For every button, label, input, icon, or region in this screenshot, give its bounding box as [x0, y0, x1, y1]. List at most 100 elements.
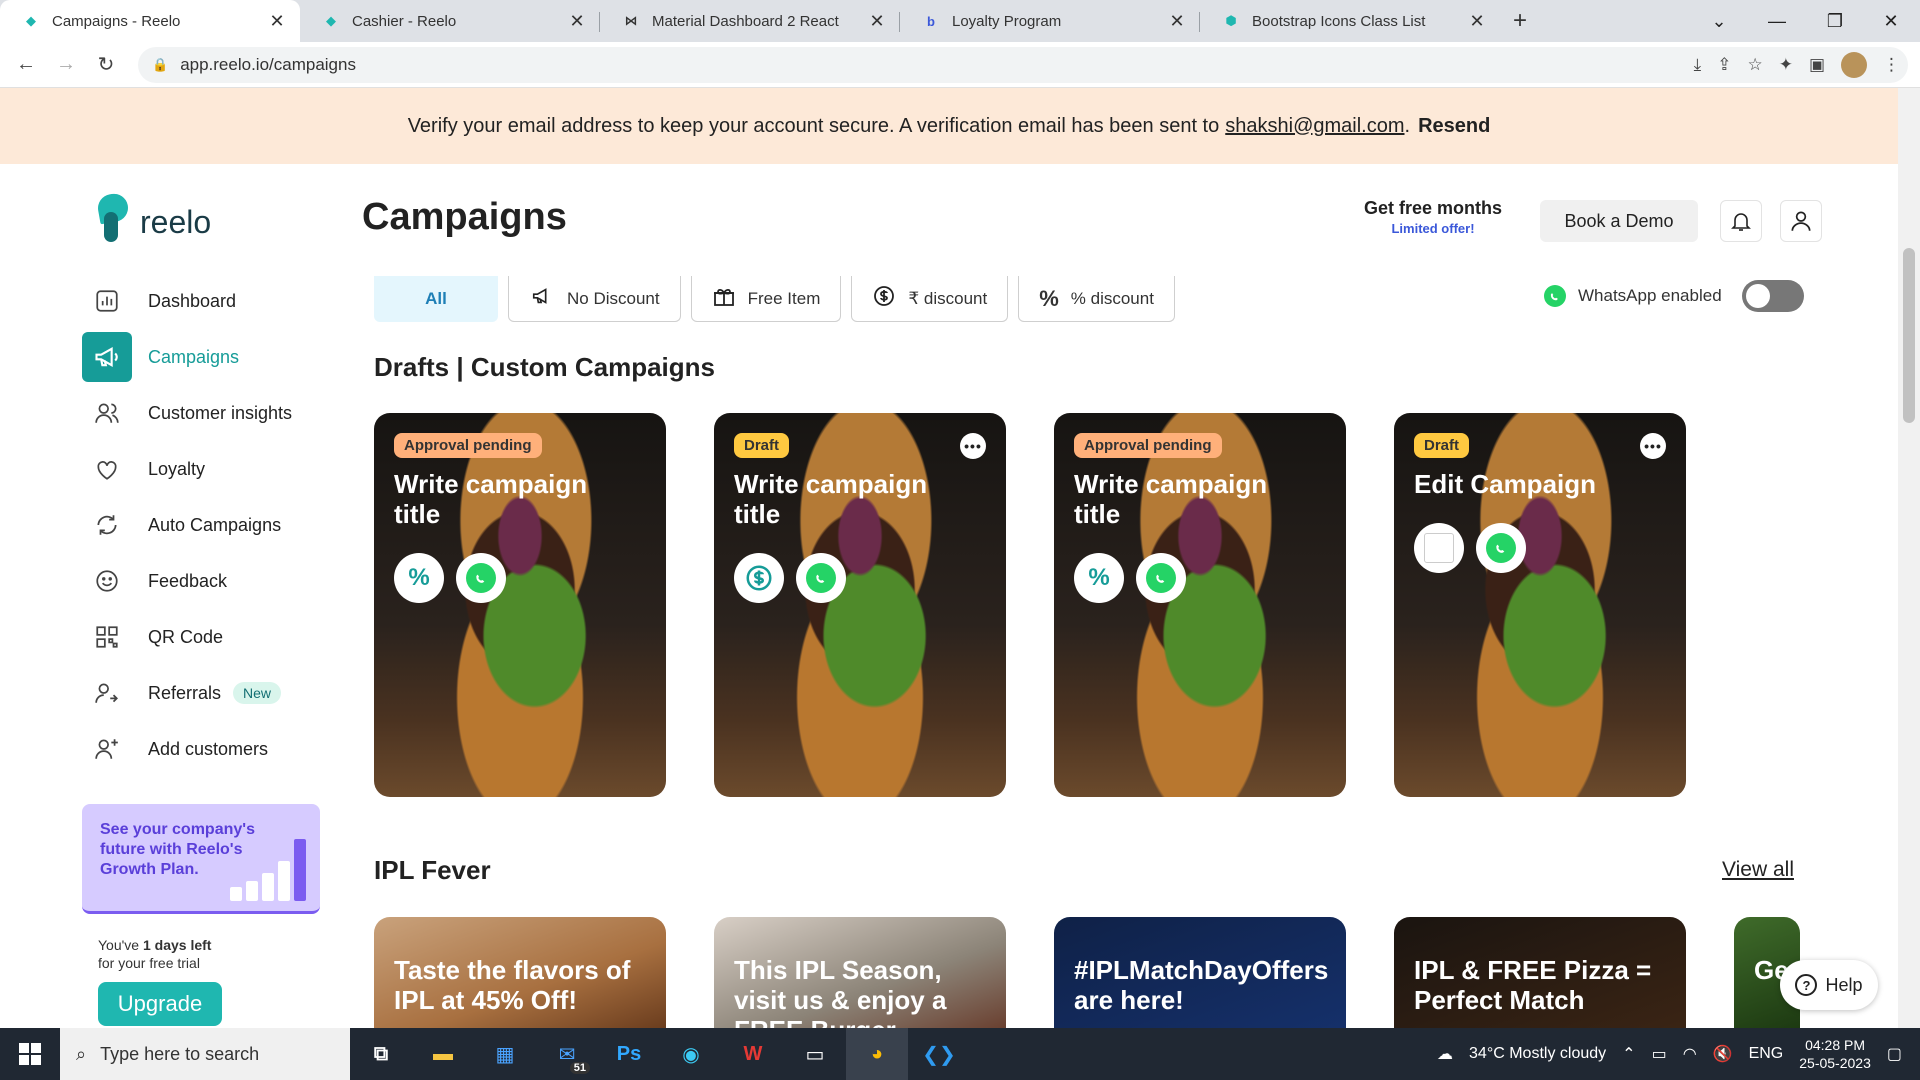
sidebar-item-campaigns[interactable]: Campaigns [82, 332, 322, 382]
photoshop-icon[interactable]: Ps [598, 1028, 660, 1080]
filter-free-item[interactable]: Free Item [690, 276, 842, 322]
back-icon[interactable]: ← [6, 45, 46, 85]
address-bar-row: ← → ↻ 🔒 app.reelo.io/campaigns ⤓ ⇪ ☆ ✦ ▣… [0, 42, 1920, 88]
free-months-offer[interactable]: Get free months Limited offer! [1362, 198, 1504, 236]
extensions-icon[interactable]: ✦ [1779, 55, 1793, 75]
whatsapp-icon [1136, 553, 1186, 603]
filter-all[interactable]: All [374, 276, 498, 322]
battery-icon[interactable]: ▭ [1652, 1044, 1667, 1064]
clock[interactable]: 04:28 PM 25-05-2023 [1799, 1036, 1871, 1072]
template-card[interactable]: #IPLMatchDayOffers are here! [1054, 917, 1346, 1028]
tab-campaigns[interactable]: ◆ Campaigns - Reelo ✕ [0, 0, 300, 42]
sidebar-item-add-customers[interactable]: Add customers [82, 724, 322, 774]
campaign-card[interactable]: Approval pending Write campaign title % [1054, 413, 1346, 797]
tab-material-dashboard[interactable]: ⋈ Material Dashboard 2 React ✕ [600, 0, 900, 42]
reelo-favicon-icon: ◆ [326, 13, 336, 28]
resend-link[interactable]: Resend [1418, 115, 1490, 138]
status-badge: Draft [734, 433, 790, 458]
maximize-button[interactable]: ❐ [1806, 0, 1864, 42]
help-button[interactable]: ? Help [1780, 960, 1878, 1010]
upgrade-button[interactable]: Upgrade [98, 982, 222, 1026]
refresh-icon [82, 500, 132, 550]
close-tab-icon[interactable]: ✕ [268, 11, 286, 32]
weather-text[interactable]: 34°C Mostly cloudy [1469, 1045, 1606, 1063]
chevron-up-icon[interactable]: ⌃ [1622, 1044, 1635, 1064]
windows-start-icon[interactable] [0, 1028, 60, 1080]
reload-icon[interactable]: ↻ [86, 45, 126, 85]
new-tab-button[interactable]: + [1500, 0, 1540, 42]
share-icon[interactable]: ⇪ [1717, 55, 1731, 75]
scrollbar-thumb[interactable] [1903, 248, 1915, 423]
more-options-icon[interactable]: ••• [1640, 433, 1666, 459]
notifications-icon[interactable]: ▢ [1887, 1044, 1902, 1064]
banner-email-link[interactable]: shakshi@gmail.com [1225, 115, 1404, 138]
users-icon [82, 388, 132, 438]
close-tab-icon[interactable]: ✕ [868, 11, 886, 32]
campaign-card[interactable]: Approval pending Write campaign title % [374, 413, 666, 797]
volume-mute-icon[interactable]: 🔇 [1713, 1044, 1733, 1064]
user-profile-icon[interactable] [1780, 200, 1822, 242]
campaign-card[interactable]: Draft ••• Edit Campaign [1394, 413, 1686, 797]
weather-cloud-icon[interactable]: ☁ [1437, 1044, 1453, 1064]
edge-icon[interactable]: ◉ [660, 1028, 722, 1080]
wifi-icon[interactable]: ◠ [1683, 1044, 1697, 1064]
filter-no-discount[interactable]: No Discount [508, 276, 681, 322]
bookmark-star-icon[interactable]: ☆ [1747, 55, 1762, 75]
sidebar-item-loyalty[interactable]: Loyalty [82, 444, 322, 494]
close-window-button[interactable]: ✕ [1862, 0, 1920, 42]
vscode-icon[interactable]: ❮❯ [908, 1028, 970, 1080]
taskbar-search-input[interactable]: ⌕ Type here to search [60, 1028, 350, 1080]
growth-plan-promo[interactable]: See your company's future with Reelo's G… [82, 804, 320, 914]
notification-bell-icon[interactable] [1720, 200, 1762, 242]
page-scrollbar[interactable] [1898, 88, 1920, 1028]
sidepanel-icon[interactable]: ▣ [1809, 55, 1825, 75]
sidebar-item-auto-campaigns[interactable]: Auto Campaigns [82, 500, 322, 550]
file-explorer-icon[interactable]: ▬ [412, 1028, 474, 1080]
book-demo-button[interactable]: Book a Demo [1540, 200, 1698, 242]
tab-cashier[interactable]: ◆ Cashier - Reelo ✕ [300, 0, 600, 42]
more-options-icon[interactable]: ••• [960, 433, 986, 459]
menu-dots-icon[interactable]: ⋮ [1883, 55, 1900, 75]
mail-icon[interactable]: ✉ 51 [536, 1028, 598, 1080]
microsoft-store-icon[interactable]: ▦ [474, 1028, 536, 1080]
sidebar-item-dashboard[interactable]: Dashboard [82, 276, 322, 326]
campaign-card[interactable]: Draft ••• Write campaign title [714, 413, 1006, 797]
close-tab-icon[interactable]: ✕ [1468, 11, 1486, 32]
minimize-button[interactable]: — [1748, 0, 1806, 42]
wps-office-icon[interactable]: W [722, 1028, 784, 1080]
reelo-logo[interactable]: reelo [95, 191, 212, 244]
template-card[interactable]: This IPL Season, visit us & enjoy a FREE… [714, 917, 1006, 1028]
language-indicator[interactable]: ENG [1749, 1045, 1784, 1063]
template-card[interactable]: IPL & FREE Pizza = Perfect Match [1394, 917, 1686, 1028]
close-tab-icon[interactable]: ✕ [568, 11, 586, 32]
whatsapp-icon [1544, 285, 1566, 307]
whatsapp-enabled-toggle[interactable]: WhatsApp enabled [1544, 280, 1804, 312]
view-all-link[interactable]: View all [1722, 858, 1794, 882]
forward-icon[interactable]: → [46, 45, 86, 85]
chart-icon [82, 276, 132, 326]
chrome-icon[interactable]: ◕ [846, 1028, 908, 1080]
filter-rupee-discount[interactable]: ₹ discount [851, 276, 1009, 322]
terminal-icon[interactable]: ▭ [784, 1028, 846, 1080]
task-view-icon[interactable]: ⧉ [350, 1028, 412, 1080]
tab-search-icon[interactable]: ⌄ [1690, 0, 1748, 42]
tab-loyalty-program[interactable]: b Loyalty Program ✕ [900, 0, 1200, 42]
sidebar-item-customer-insights[interactable]: Customer insights [82, 388, 322, 438]
sidebar-item-referrals[interactable]: Referrals New [82, 668, 322, 718]
trial-suffix: for your free trial [98, 955, 200, 971]
windows-taskbar: ⌕ Type here to search ⧉ ▬ ▦ ✉ 51 Ps ◉ W ▭… [0, 1028, 1920, 1080]
profile-avatar[interactable] [1841, 52, 1867, 78]
close-tab-icon[interactable]: ✕ [1168, 11, 1186, 32]
whatsapp-switch[interactable] [1741, 280, 1804, 312]
trial-prefix: You've [98, 937, 140, 953]
new-badge: New [233, 682, 282, 704]
filter-percent-discount[interactable]: % % discount [1018, 276, 1175, 322]
sidebar-item-feedback[interactable]: Feedback [82, 556, 322, 606]
qr-icon [82, 612, 132, 662]
sidebar-item-qr-code[interactable]: QR Code [82, 612, 322, 662]
logo-text: reelo [140, 203, 212, 240]
tab-bootstrap-icons[interactable]: ⬢ Bootstrap Icons Class List ✕ [1200, 0, 1500, 42]
template-card[interactable]: Taste the flavors of IPL at 45% Off! [374, 917, 666, 1028]
url-bar[interactable]: 🔒 app.reelo.io/campaigns ⤓ ⇪ ☆ ✦ ▣ ⋮ [138, 47, 1908, 83]
install-icon[interactable]: ⤓ [1694, 55, 1702, 75]
